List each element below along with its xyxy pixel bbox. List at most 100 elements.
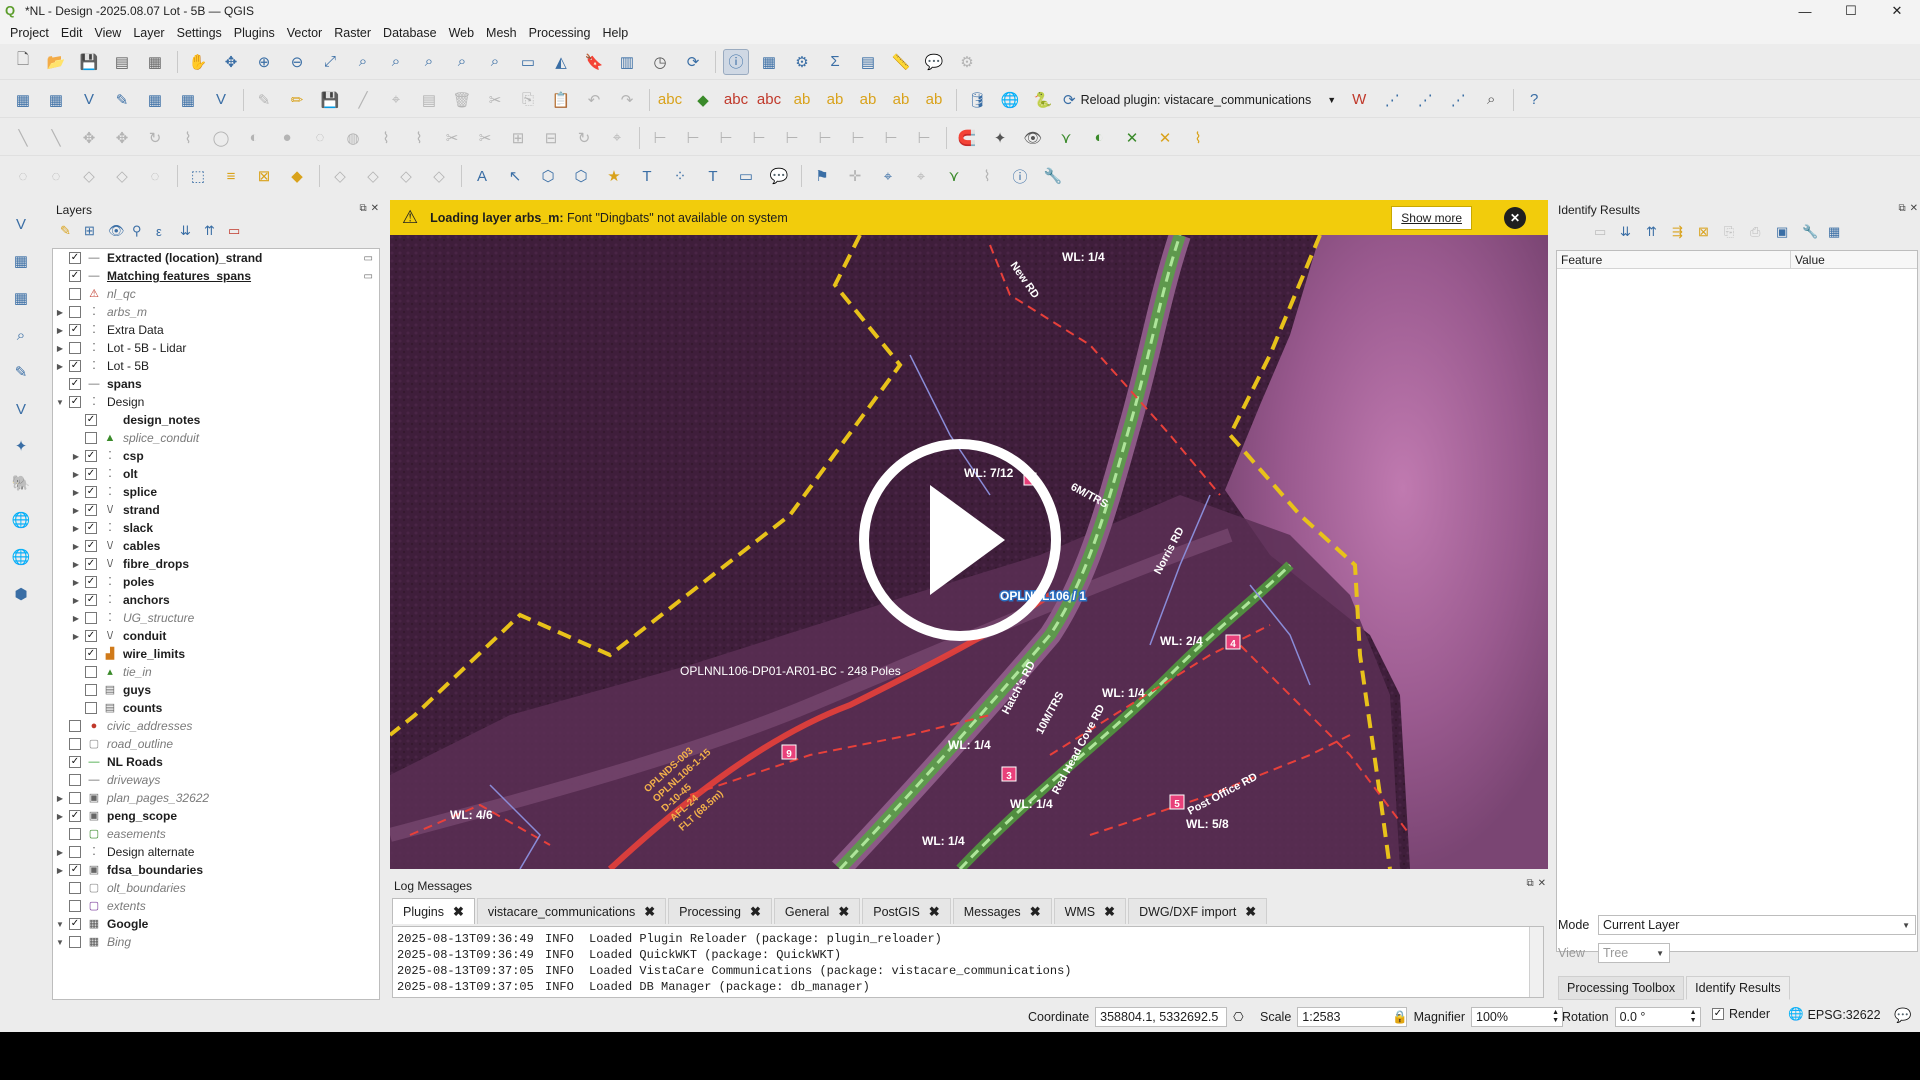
expand-arrow-icon[interactable]: ▶ [71, 452, 81, 461]
layer-visibility-checkbox[interactable]: ✓ [69, 270, 81, 282]
menu-help[interactable]: Help [596, 22, 634, 44]
layer-visibility-checkbox[interactable]: ✓ [85, 540, 97, 552]
copy-move-icon[interactable]: ✥ [109, 125, 135, 151]
layer-row[interactable]: ▶ ✓ ⁚ csp [53, 447, 379, 465]
tab-processing[interactable]: Processing ✖ [668, 898, 772, 924]
digitize-shape-icon-2[interactable]: ◇ [360, 163, 386, 189]
disabled-tool-icon[interactable]: ⌇ [974, 163, 1000, 189]
expand-arrow-icon[interactable]: ▶ [55, 362, 65, 371]
open-project-icon[interactable]: 📂 [43, 49, 69, 75]
manage-themes-icon[interactable]: 👁 [108, 223, 128, 239]
expand-arrow-icon[interactable]: ▶ [55, 344, 65, 353]
lock-icon[interactable]: 🔒 [1392, 1010, 1408, 1025]
new-project-icon[interactable]: 🗋 [10, 49, 36, 75]
layer-visibility-checkbox[interactable] [85, 432, 97, 444]
settings-gear-icon[interactable]: ⚙ [789, 49, 815, 75]
layout-manager-icon[interactable]: ▦ [142, 49, 168, 75]
print-icon[interactable]: ⎙ [1750, 224, 1776, 240]
layer-row[interactable]: ▼ ✓ ▦ Google [53, 915, 379, 933]
layer-visibility-checkbox[interactable]: ✓ [85, 522, 97, 534]
layer-visibility-checkbox[interactable] [69, 828, 81, 840]
layer-row[interactable]: ● civic_addresses [53, 717, 379, 735]
layer-row[interactable]: ▶ ⁚ Lot - 5B - Lidar [53, 339, 379, 357]
modify-attributes-icon[interactable]: ▤ [416, 87, 442, 113]
layer-visibility-checkbox[interactable] [69, 288, 81, 300]
float-panel-icon[interactable]: ⧉ [359, 203, 366, 214]
close-tab-icon[interactable]: ✖ [838, 904, 849, 920]
layer-visibility-checkbox[interactable]: ✓ [85, 414, 97, 426]
snapping-icon-3[interactable]: ⊢ [746, 125, 772, 151]
add-vector-icon[interactable]: V [7, 210, 35, 238]
add-wfs-icon[interactable]: 🌐 [7, 506, 35, 534]
digitize-icon[interactable]: ╱ [350, 87, 376, 113]
trim-extend-icon[interactable]: ⊢ [647, 125, 673, 151]
add-part-icon[interactable]: ◐ [241, 125, 267, 151]
identify-select-icon[interactable]: ▣ [1776, 224, 1802, 240]
minimize-button[interactable]: — [1782, 0, 1828, 22]
node-tool-icon[interactable]: ⬡ [568, 163, 594, 189]
layer-row[interactable]: ▶ ✓ ▣ fdsa_boundaries [53, 861, 379, 879]
delete-ring-icon[interactable]: ◌ [307, 125, 333, 151]
expand-arrow-icon[interactable]: ▶ [71, 488, 81, 497]
eye-icon[interactable]: 👁 [1020, 125, 1046, 151]
expand-arrow-icon[interactable]: ▶ [55, 848, 65, 857]
crosshair-icon[interactable]: ✛ [842, 163, 868, 189]
layer-row[interactable]: ▶ ⁚ UG_structure [53, 609, 379, 627]
layer-visibility-checkbox[interactable] [69, 306, 81, 318]
dots-icon-2[interactable]: ⋰ [1412, 87, 1438, 113]
layer-visibility-checkbox[interactable]: ✓ [85, 558, 97, 570]
coordinate-input[interactable]: 358804.1, 5332692.5 [1095, 1007, 1228, 1027]
identify-settings-icon[interactable]: 🔧 [1802, 224, 1828, 240]
layer-row[interactable]: ▶ ✓ ⁚ poles [53, 573, 379, 591]
layer-visibility-checkbox[interactable]: ✓ [69, 810, 81, 822]
select-location-icon[interactable]: ◆ [284, 163, 310, 189]
rotate-label-icon[interactable]: ab [855, 87, 881, 113]
copy-icon[interactable]: ⎘ [515, 87, 541, 113]
deselect-icon[interactable]: ⊠ [251, 163, 277, 189]
layer-row[interactable]: ✓ — Extracted (location)_strand ▭ [53, 249, 379, 267]
spin-icon[interactable]: ▲ ▼ [1552, 1009, 1559, 1025]
zoom-selection-icon[interactable]: ⌕ [350, 49, 376, 75]
label-properties-icon[interactable]: ab [921, 87, 947, 113]
menu-settings[interactable]: Settings [171, 22, 228, 44]
annotation-icon[interactable]: ⚙ [954, 49, 980, 75]
layer-row[interactable]: ▢ olt_boundaries [53, 879, 379, 897]
zoom-last-icon[interactable]: ⌕ [449, 49, 475, 75]
identify-back-icon[interactable]: ▭ [1594, 224, 1620, 240]
star-icon[interactable]: ★ [601, 163, 627, 189]
add-vector-tile-icon[interactable]: ⬢ [7, 580, 35, 608]
identify-features-icon[interactable]: ⓘ [723, 48, 749, 75]
menu-mesh[interactable]: Mesh [480, 22, 523, 44]
help-icon[interactable]: ? [1521, 87, 1547, 113]
layer-visibility-checkbox[interactable]: ✓ [69, 360, 81, 372]
save-edits-icon[interactable]: 💾 [317, 87, 343, 113]
redo-icon[interactable]: ↷ [614, 87, 640, 113]
add-gps-icon[interactable]: ✎ [7, 358, 35, 386]
collapse-tree-icon[interactable]: ⇈ [1646, 224, 1672, 240]
expand-arrow-icon[interactable]: ▶ [71, 560, 81, 569]
node-icon[interactable]: ⬡ [535, 163, 561, 189]
expand-arrow-icon[interactable]: ▶ [71, 470, 81, 479]
add-delimited-icon[interactable]: ⌕ [7, 321, 35, 349]
select-features-icon[interactable]: ⬚ [185, 163, 211, 189]
copy-coords-icon[interactable]: ⌖ [908, 163, 934, 189]
measure-line-icon[interactable]: ✕ [1152, 125, 1178, 151]
column-value[interactable]: Value [1791, 251, 1917, 268]
layer-visibility-checkbox[interactable]: ✓ [85, 468, 97, 480]
expand-all-icon[interactable]: ⇊ [180, 223, 200, 239]
reshape-icon[interactable]: ⌇ [373, 125, 399, 151]
python-icon[interactable]: 🐍 [1030, 87, 1056, 113]
layer-row[interactable]: ▶ ▣ plan_pages_32622 [53, 789, 379, 807]
merge-icon[interactable]: ⊞ [505, 125, 531, 151]
expand-arrow-icon[interactable]: ▶ [71, 524, 81, 533]
snapping-icon-6[interactable]: ⊢ [845, 125, 871, 151]
add-ring-icon[interactable]: ◯ [208, 125, 234, 151]
expand-arrow-icon[interactable]: ▶ [55, 866, 65, 875]
tab-messages[interactable]: Messages ✖ [952, 898, 1052, 924]
simplify-icon[interactable]: ⌇ [175, 125, 201, 151]
tab-processing-toolbox[interactable]: Processing Toolbox [1558, 976, 1685, 1000]
offset-point-icon[interactable]: ⌖ [604, 125, 630, 151]
layer-row[interactable]: ✓ — Matching features_spans ▭ [53, 267, 379, 285]
expand-arrow-icon[interactable]: ▶ [71, 632, 81, 641]
render-checkbox[interactable]: ✓ [1712, 1008, 1724, 1020]
